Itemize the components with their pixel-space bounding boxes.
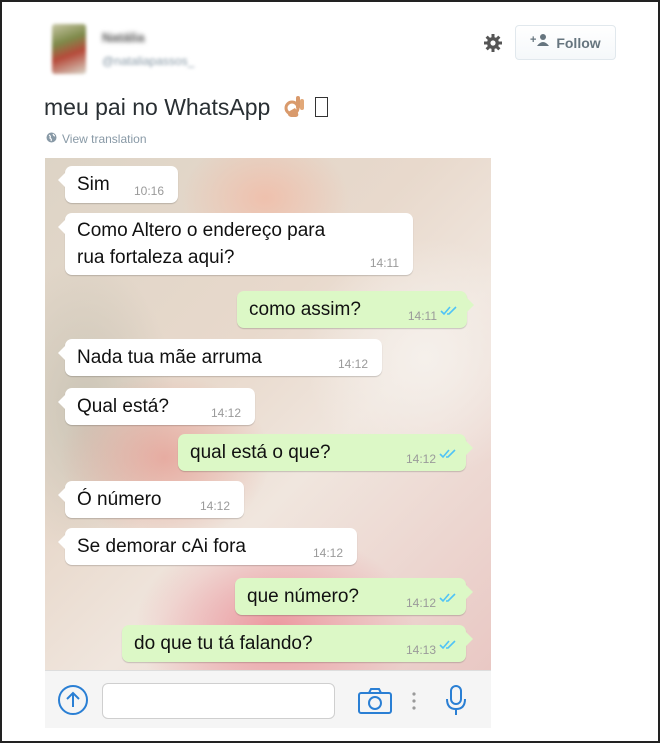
message-bubble: Como Altero o endereço para rua fortalez… (58, 213, 413, 275)
message-text: Nada tua mãe arruma (77, 346, 262, 368)
globe-icon (46, 132, 57, 146)
double-check-icon (440, 303, 458, 321)
double-check-icon (439, 446, 457, 464)
message-bubble: como assim? 14:11 (237, 291, 474, 328)
svg-text:+: + (530, 34, 536, 46)
camera-icon[interactable] (358, 688, 392, 714)
chat-input-bar (45, 670, 491, 728)
tweet-card: Natália @nataliapassos_ + Follow meu pai… (0, 0, 660, 743)
message-text: Ó número (77, 488, 162, 510)
message-text: qual está o que? (190, 441, 331, 463)
message-time: 14:12 (210, 406, 241, 420)
whatsapp-chat-image[interactable]: Sim 10:16 Como Altero o endereço para ru… (45, 158, 491, 670)
tweet-text: meu pai no WhatsApp (44, 94, 329, 121)
view-translation-label: View translation (62, 132, 147, 146)
more-vertical-icon[interactable] (411, 689, 417, 713)
microphone-icon[interactable] (445, 685, 467, 717)
message-text: Sim (77, 173, 110, 195)
avatar[interactable] (52, 24, 86, 74)
message-time: 14:11 (369, 256, 399, 270)
tweet-text-content: meu pai no WhatsApp (44, 94, 271, 120)
view-translation-link[interactable]: View translation (46, 132, 147, 146)
message-input[interactable] (102, 683, 335, 719)
message-text: como assim? (249, 298, 361, 320)
follow-label: Follow (556, 34, 601, 51)
message-text: que número? (247, 585, 359, 607)
user-handle[interactable]: @nataliapassos_ (102, 54, 194, 68)
message-time: 14:12 (405, 452, 436, 466)
message-time: 10:16 (133, 184, 164, 198)
message-bubble: Sim 10:16 (58, 166, 178, 203)
message-time: 14:12 (405, 596, 436, 610)
add-user-icon: + (530, 33, 550, 52)
message-bubble: qual está o que? 14:12 (178, 434, 473, 471)
user-name[interactable]: Natália (102, 30, 145, 45)
message-time: 14:13 (405, 643, 436, 657)
double-check-icon (439, 590, 457, 608)
message-bubble: do que tu tá falando? 14:13 (122, 625, 473, 662)
message-bubble: que número? 14:12 (235, 578, 473, 615)
gear-icon[interactable] (482, 32, 504, 54)
message-bubble: Qual está? 14:12 (58, 388, 255, 425)
message-text: Qual está? (77, 395, 169, 417)
double-check-icon (439, 637, 457, 655)
message-time: 14:11 (407, 309, 437, 323)
message-bubble: Nada tua mãe arruma 14:12 (58, 339, 382, 376)
message-time: 14:12 (199, 499, 230, 513)
message-time: 14:12 (312, 546, 343, 560)
message-text-line2: rua fortaleza aqui? (77, 247, 235, 268)
message-time: 14:12 (337, 357, 368, 371)
message-bubble: Ó número 14:12 (58, 481, 244, 518)
follow-button[interactable]: + Follow (515, 25, 616, 60)
ok-hand-emoji (283, 94, 305, 118)
upload-icon[interactable] (57, 684, 89, 716)
message-text: do que tu tá falando? (134, 632, 313, 654)
message-text: Se demorar cAi fora (77, 535, 246, 557)
message-text: Como Altero o endereço para (77, 220, 326, 241)
missing-glyph-box (315, 97, 329, 117)
message-bubble: Se demorar cAi fora 14:12 (58, 528, 357, 565)
